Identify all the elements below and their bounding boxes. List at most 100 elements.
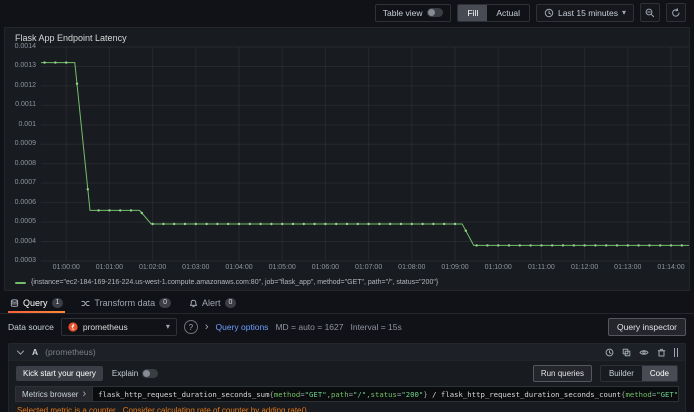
legend-series-marker [15, 281, 26, 284]
editor-tabs: Query 1 Transform data 0 Alert 0 [0, 293, 694, 314]
tab-alert-badge: 0 [224, 298, 237, 308]
warning-rate-link[interactable]: Consider calculating rate of counter by … [123, 406, 309, 412]
explain-label: Explain [111, 369, 139, 378]
trash-icon[interactable] [657, 348, 666, 357]
transform-icon [81, 300, 90, 306]
x-tick-label: 01:06:00 [311, 264, 340, 271]
chevron-down-icon: ▾ [621, 7, 626, 17]
metrics-browser-button[interactable]: Metrics browser › [15, 386, 93, 402]
latency-panel: Flask App Endpoint Latency 0.0014 0.0013 0… [4, 27, 690, 291]
x-tick-label: 01:14:00 [657, 264, 685, 271]
expression-token: "GET" [656, 390, 679, 399]
top-toolbar: Table view Fill Actual Last 15 minutes ▾ [0, 0, 694, 25]
chart-legend: {instance="ec2-184-169-216-224.us-west-1… [5, 277, 689, 290]
query-datasource-hint: (prometheus) [45, 347, 96, 357]
expression-token: method [625, 390, 652, 399]
expression-token: "GET" [304, 390, 327, 399]
x-tick-label: 01:00:00 [52, 264, 80, 271]
expression-token: "200" [401, 390, 424, 399]
chevron-down-icon[interactable] [16, 348, 25, 357]
refresh-button[interactable] [666, 3, 686, 22]
datasource-label: Data source [8, 322, 54, 332]
tab-query-badge: 1 [51, 298, 64, 308]
y-tick-label: 0.0014 [14, 43, 36, 50]
query-options-toggle[interactable]: Query options [216, 322, 269, 332]
expression-token: method [273, 390, 301, 399]
datasource-row: Data source prometheus ▾ ? › Query optio… [0, 314, 694, 340]
x-tick-label: 01:10:00 [484, 264, 512, 271]
query-ref-id: A [32, 347, 39, 357]
tab-alert-label: Alert [202, 298, 221, 308]
expression-token: , [678, 390, 679, 399]
refresh-icon [672, 7, 680, 17]
run-queries-button[interactable]: Run queries [532, 365, 592, 382]
prometheus-icon [68, 322, 78, 332]
kick-start-query-button[interactable]: Kick start your query [16, 366, 103, 381]
x-tick-label: 01:02:00 [138, 264, 167, 271]
tab-transform[interactable]: Transform data 0 [81, 293, 172, 313]
datasource-picker[interactable]: prometheus ▾ [60, 318, 177, 336]
expression-token: / [427, 390, 441, 399]
x-tick-label: 01:11:00 [528, 264, 555, 271]
chart-area: 0.0014 0.0013 0.0012 0.0011 0.001 0.0009 0.000… [5, 43, 689, 277]
x-axis: 01:00:00 01:01:00 01:02:00 01:03:00 01:04:00… [41, 264, 689, 274]
clock-icon [544, 8, 554, 17]
query-expression[interactable]: flask_http_request_duration_seconds_sum{… [92, 386, 679, 402]
duplicate-icon[interactable] [622, 348, 631, 357]
tab-transform-badge: 0 [159, 298, 172, 308]
fill-actual-group: Fill Actual [457, 3, 530, 22]
chevron-down-icon: ▾ [165, 322, 170, 331]
legend-series-label[interactable]: {instance="ec2-184-169-216-224.us-west-1… [31, 279, 438, 286]
time-range-label: Last 15 minutes [557, 7, 618, 18]
y-tick-label: 0.0009 [14, 140, 36, 148]
eye-icon[interactable] [639, 348, 649, 357]
tab-query[interactable]: Query 1 [7, 293, 66, 313]
table-view-switch[interactable] [427, 8, 444, 17]
y-tick-label: 0.0006 [14, 198, 36, 206]
zoom-out-icon [645, 8, 655, 17]
x-tick-label: 01:03:00 [182, 264, 210, 271]
metrics-browser-label: Metrics browser [22, 389, 79, 399]
query-toolbar-right: Run queries Builder Code [532, 365, 678, 382]
table-view-toggle-group[interactable]: Table view [374, 3, 452, 22]
query-toolbar: Kick start your query Explain Run querie… [9, 361, 685, 386]
chart-svg[interactable] [41, 45, 689, 263]
y-tick-label: 0.0011 [15, 101, 36, 109]
expression-token: status [370, 390, 397, 399]
history-icon[interactable] [605, 348, 614, 357]
x-tick-label: 01:08:00 [398, 264, 426, 271]
x-tick-label: 01:09:00 [441, 264, 469, 271]
warning-text: Selected metric is a counter. [17, 406, 118, 412]
query-inspector-button[interactable]: Query inspector [608, 318, 686, 336]
builder-button[interactable]: Builder [601, 366, 642, 381]
y-tick-label: 0.0005 [14, 218, 36, 226]
drag-handle-icon[interactable] [674, 347, 678, 357]
chevron-right-icon[interactable]: › [205, 322, 209, 333]
database-icon [10, 298, 19, 307]
expression-token: path [331, 390, 349, 399]
x-tick-label: 01:01:00 [95, 264, 124, 271]
expression-token: flask_http_request_duration_seconds_coun… [440, 390, 622, 399]
table-view-label: Table view [382, 7, 423, 18]
x-tick-label: 01:07:00 [354, 264, 383, 271]
actual-button[interactable]: Actual [487, 5, 529, 21]
builder-code-group: Builder Code [599, 365, 678, 382]
interval-summary: Interval = 15s [350, 322, 402, 332]
fill-button[interactable]: Fill [458, 4, 488, 21]
code-button[interactable]: Code [641, 366, 677, 381]
expression-token: flask_http_request_duration_seconds_sum [98, 390, 270, 399]
zoom-out-button[interactable] [640, 3, 660, 22]
x-tick-label: 01:05:00 [268, 264, 296, 271]
help-icon[interactable]: ? [183, 320, 198, 334]
y-tick-label: 0.0008 [14, 159, 36, 167]
y-tick-label: 0.0007 [14, 179, 36, 187]
tab-alert[interactable]: Alert 0 [189, 293, 237, 313]
chevron-right-icon: › [82, 388, 87, 400]
time-range-picker[interactable]: Last 15 minutes ▾ [535, 3, 634, 22]
expression-token: "/" [353, 390, 367, 399]
query-row-header: A (prometheus) [9, 344, 685, 361]
explain-switch[interactable] [142, 369, 159, 378]
y-tick-label: 0.001 [18, 120, 36, 128]
y-tick-label: 0.0003 [14, 257, 36, 264]
counter-warning: Selected metric is a counter. Consider c… [9, 404, 685, 412]
